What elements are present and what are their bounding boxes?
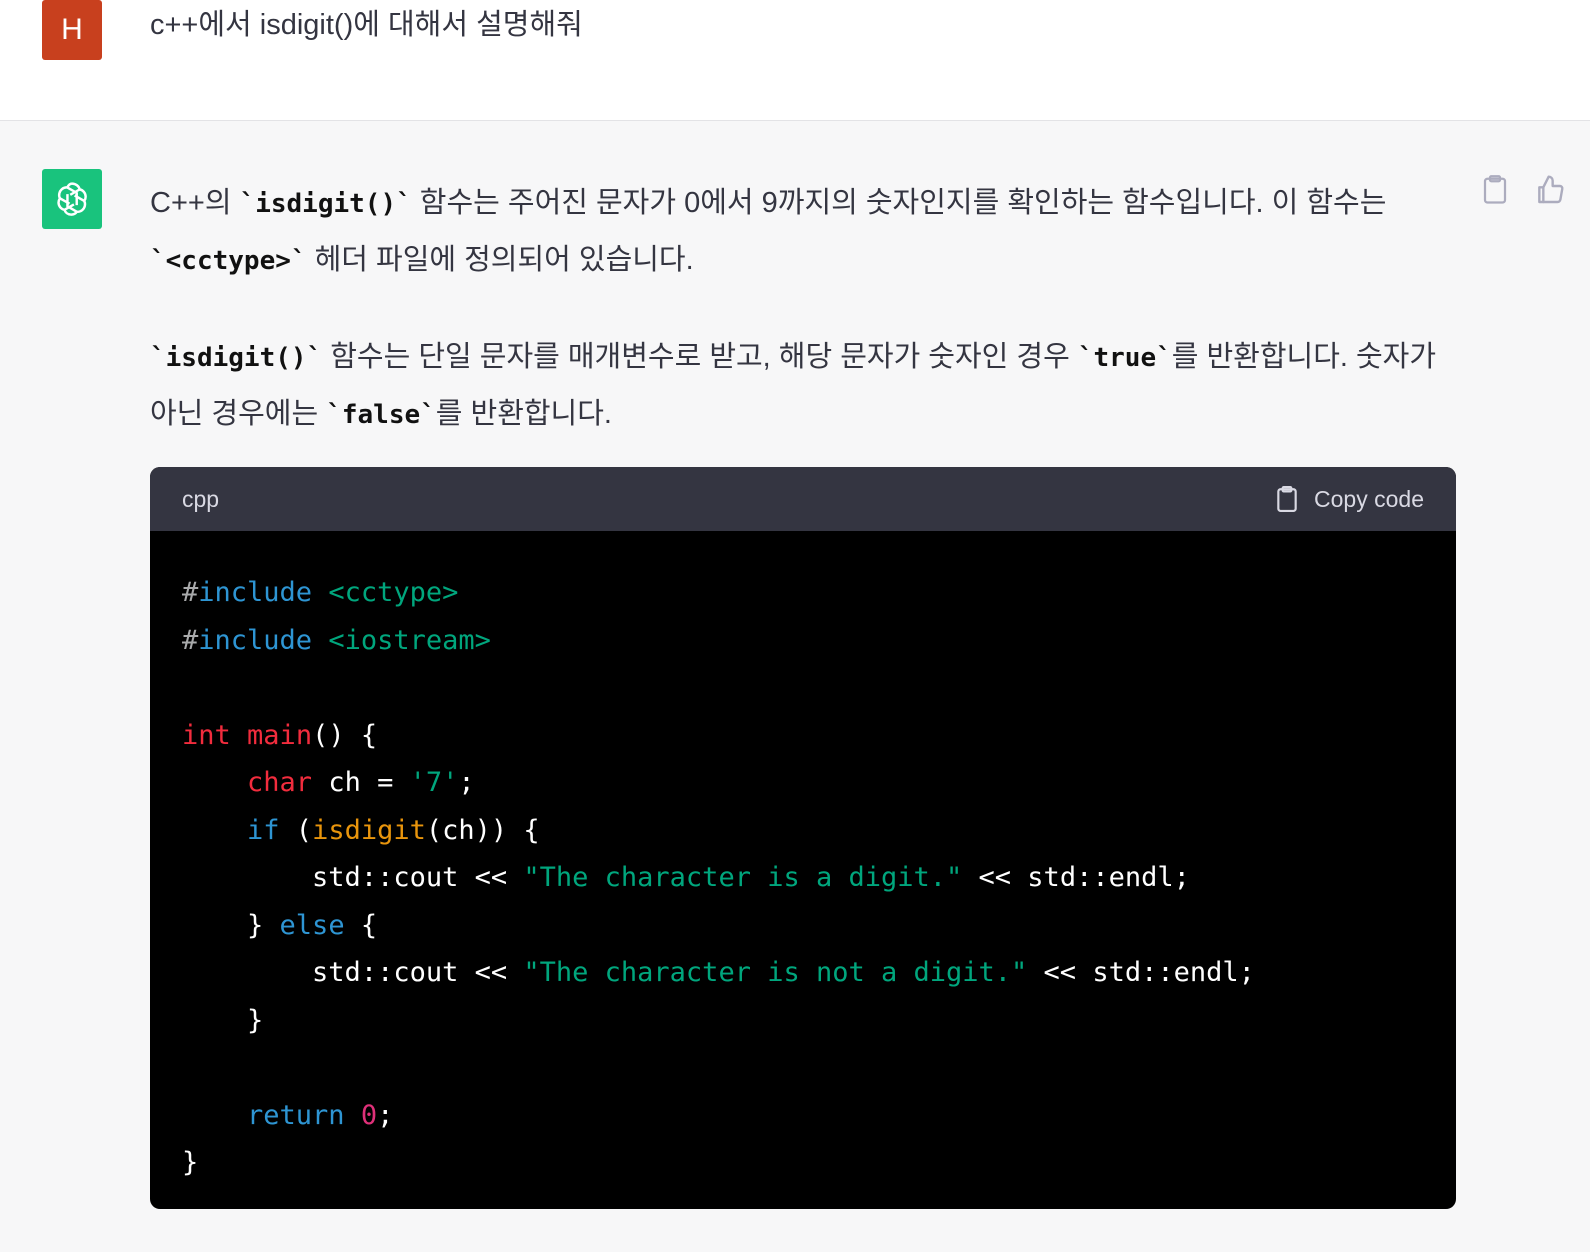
assistant-message-body: C++의 `isdigit()` 함수는 주어진 문자가 0에서 9까지의 숫자… [150, 175, 1450, 483]
copy-message-icon[interactable] [1480, 173, 1512, 207]
p2-text-c: 를 반환합니다. [435, 398, 612, 430]
copy-code-button[interactable]: Copy code [1274, 467, 1424, 531]
explanation-paragraph-2: `isdigit()` 함수는 단일 문자를 매개변수로 받고, 해당 문자가 … [150, 329, 1450, 443]
p1-text-b: 함수는 주어진 문자가 0에서 9까지의 숫자인지를 확인하는 함수입니다. 이… [411, 187, 1387, 219]
inline-code-isdigit: `isdigit()` [239, 189, 412, 219]
code-content: #include <cctype> #include <iostream> in… [182, 577, 1255, 1178]
p2-text-a: 함수는 단일 문자를 매개변수로 받고, 해당 문자가 숫자인 경우 [322, 341, 1078, 373]
user-message-row: H c++에서 isdigit()에 대해서 설명해줘 [0, 0, 1590, 121]
p1-text-c: 헤더 파일에 정의되어 있습니다. [306, 244, 694, 276]
inline-code-isdigit-2: `isdigit()` [150, 343, 323, 373]
code-block-header: cpp Copy code [150, 467, 1456, 531]
thumbs-up-icon[interactable] [1534, 173, 1566, 207]
assistant-avatar [42, 169, 102, 229]
clipboard-icon [1277, 486, 1297, 512]
inline-code-cctype: `<cctype>` [150, 246, 307, 276]
message-actions [1480, 173, 1566, 207]
code-block: cpp Copy code #include <cctype> #include… [150, 467, 1456, 1209]
copy-code-label: Copy code [1314, 485, 1424, 512]
openai-logo-icon [57, 182, 87, 216]
inline-code-true: `true` [1077, 343, 1172, 373]
user-message-text: c++에서 isdigit()에 대해서 설명해줘 [150, 9, 583, 41]
inline-code-false: `false` [326, 400, 436, 430]
code-language-label: cpp [182, 486, 220, 512]
p1-text-a: C++의 [150, 187, 240, 219]
assistant-message-row: C++의 `isdigit()` 함수는 주어진 문자가 0에서 9까지의 숫자… [0, 121, 1590, 1252]
user-avatar: H [42, 0, 102, 60]
explanation-paragraph-1: C++의 `isdigit()` 함수는 주어진 문자가 0에서 9까지의 숫자… [150, 175, 1450, 289]
